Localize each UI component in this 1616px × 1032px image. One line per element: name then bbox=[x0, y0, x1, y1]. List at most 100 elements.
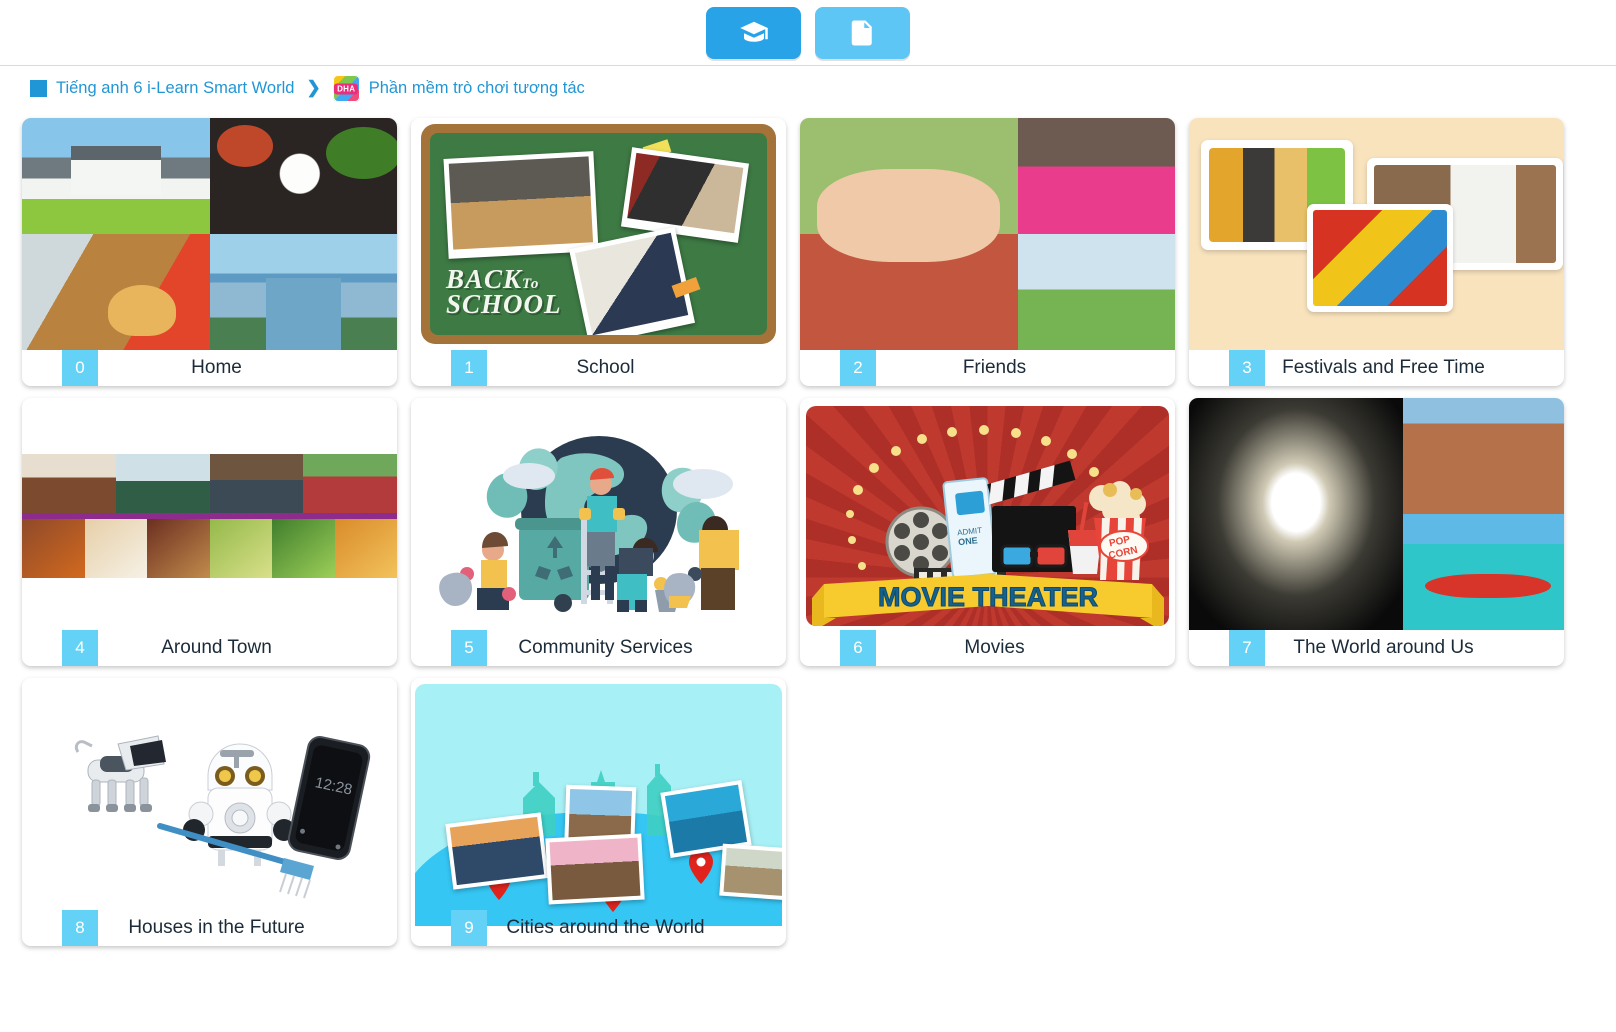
unit-title: The World around Us bbox=[1293, 637, 1474, 658]
photo-waitress bbox=[115, 454, 210, 513]
future-devices-illustration: 12:28 bbox=[22, 678, 397, 910]
unit-card-school[interactable]: BACKTo SCHOOL 1 School bbox=[411, 118, 786, 386]
photo-bakery-cakes bbox=[22, 454, 116, 513]
photo-city-river bbox=[209, 234, 397, 350]
photo-broccoli bbox=[272, 519, 335, 578]
unit-thumbnail-world-around-us bbox=[1189, 398, 1564, 630]
unit-footer: 0 Home bbox=[22, 350, 397, 386]
unit-number-badge: 6 bbox=[840, 630, 876, 666]
town-collage-row-top bbox=[22, 454, 397, 513]
smartphone: 12:28 bbox=[287, 736, 371, 860]
unit-thumbnail-cities-world bbox=[411, 678, 786, 926]
dha-app-icon: DHA bbox=[332, 74, 360, 102]
photo-grand-canyon bbox=[1402, 398, 1564, 514]
photo-kids-diner bbox=[303, 454, 397, 513]
postcard-village bbox=[719, 843, 782, 901]
photo-house bbox=[22, 118, 210, 234]
unit-number-badge: 9 bbox=[451, 910, 487, 946]
svg-text:ONE: ONE bbox=[958, 535, 978, 547]
dha-app-icon-label: DHA bbox=[334, 83, 359, 95]
unit-title: Home bbox=[191, 357, 242, 378]
unit-title: Festivals and Free Time bbox=[1282, 357, 1485, 378]
back-to-school-text: BACKTo SCHOOL bbox=[446, 266, 562, 318]
breadcrumb-marker-icon bbox=[30, 79, 47, 97]
movie-theater-banner: MOVIE THEATER bbox=[812, 574, 1164, 626]
breadcrumb-item-current[interactable]: Phần mềm trò chơi tương tác bbox=[369, 79, 585, 98]
unit-footer: 1 School bbox=[411, 350, 786, 386]
breadcrumb: Tiếng anh 6 i-Learn Smart World ❯ DHA Ph… bbox=[0, 66, 1616, 110]
learning-materials-button[interactable] bbox=[706, 6, 801, 59]
unit-footer: 4 Around Town bbox=[22, 630, 397, 666]
postcard-london bbox=[445, 812, 549, 890]
unit-grid: 0 Home BACKTo SCHOOL 1 School 2 Friends … bbox=[0, 110, 1616, 946]
photo-teacher-globe bbox=[621, 147, 749, 243]
photo-kayaking bbox=[1402, 514, 1564, 630]
svg-text:MOVIE THEATER: MOVIE THEATER bbox=[878, 582, 1098, 612]
unit-card-movies[interactable]: ADMIT ONE POP CORN MOVIE THEATER 6 Movie… bbox=[800, 398, 1175, 666]
unit-card-friends[interactable]: 2 Friends bbox=[800, 118, 1175, 386]
photo-sauces bbox=[84, 519, 147, 578]
unit-number-badge: 7 bbox=[1229, 630, 1265, 666]
unit-footer: 5 Community Services bbox=[411, 630, 786, 666]
photo-salad bbox=[209, 519, 272, 578]
person-crouching-left bbox=[439, 532, 516, 610]
robot-dog bbox=[74, 735, 166, 812]
reports-button[interactable] bbox=[815, 6, 910, 59]
unit-title: Community Services bbox=[518, 637, 693, 658]
town-collage-row-bottom bbox=[22, 519, 397, 578]
unit-footer: 6 Movies bbox=[800, 630, 1175, 666]
graduation-cap-icon bbox=[739, 18, 769, 48]
photo-picnic bbox=[800, 118, 1018, 350]
photo-curry bbox=[22, 519, 85, 578]
unit-number-badge: 3 bbox=[1229, 350, 1265, 386]
photo-burger-prep bbox=[22, 234, 210, 350]
chalkboard: BACKTo SCHOOL bbox=[430, 133, 767, 335]
unit-title: Friends bbox=[962, 357, 1027, 378]
cities-illustration bbox=[415, 684, 782, 926]
unit-card-houses-future[interactable]: 12:28 8 Houses in the Future bbox=[22, 678, 397, 946]
unit-title: Around Town bbox=[161, 637, 272, 658]
unit-thumbnail-movies: ADMIT ONE POP CORN MOVIE THEATER bbox=[800, 398, 1175, 630]
unit-thumbnail-home bbox=[22, 118, 397, 350]
unit-number-badge: 0 bbox=[62, 350, 98, 386]
breadcrumb-item-course[interactable]: Tiếng anh 6 i-Learn Smart World bbox=[56, 79, 294, 98]
unit-title: Cities around the World bbox=[506, 917, 705, 938]
photo-vietnamese-meal bbox=[209, 118, 397, 234]
unit-footer: 7 The World around Us bbox=[1189, 630, 1564, 666]
person-bending-right bbox=[664, 516, 739, 610]
community-illustration bbox=[411, 398, 786, 630]
unit-card-festivals[interactable]: 3 Festivals and Free Time bbox=[1189, 118, 1564, 386]
unit-number-badge: 8 bbox=[62, 910, 98, 946]
unit-thumbnail-festivals bbox=[1189, 118, 1564, 350]
unit-footer: 9 Cities around the World bbox=[411, 910, 786, 946]
report-document-icon bbox=[848, 18, 878, 48]
unit-footer: 8 Houses in the Future bbox=[22, 910, 397, 946]
unit-card-home[interactable]: 0 Home bbox=[22, 118, 397, 386]
photo-gym-class bbox=[443, 151, 599, 259]
photo-shopping bbox=[1017, 118, 1175, 234]
unit-thumbnail-community-services bbox=[411, 398, 786, 630]
unit-number-badge: 2 bbox=[840, 350, 876, 386]
unit-thumbnail-around-town bbox=[22, 398, 397, 630]
unit-title: School bbox=[576, 357, 635, 378]
chalkboard-frame: BACKTo SCHOOL bbox=[421, 124, 776, 344]
unit-title: Movies bbox=[964, 637, 1025, 658]
ticket: ADMIT ONE bbox=[942, 477, 998, 579]
movie-sunburst-background: ADMIT ONE POP CORN MOVIE THEATER bbox=[806, 406, 1169, 626]
photo-noodles bbox=[334, 519, 397, 578]
photo-children-running bbox=[1017, 234, 1175, 350]
unit-thumbnail-school: BACKTo SCHOOL bbox=[411, 118, 786, 350]
unit-card-around-town[interactable]: 4 Around Town bbox=[22, 398, 397, 666]
photo-cafe-counter bbox=[209, 454, 304, 513]
unit-number-badge: 4 bbox=[62, 630, 98, 666]
photo-festival-lanterns bbox=[1307, 204, 1453, 312]
pin-right-mid bbox=[689, 850, 713, 884]
unit-thumbnail-houses-future: 12:28 bbox=[22, 678, 397, 910]
photo-grill bbox=[147, 519, 210, 578]
unit-card-cities-world[interactable]: 9 Cities around the World bbox=[411, 678, 786, 946]
photo-cave bbox=[1189, 398, 1403, 630]
unit-title: Houses in the Future bbox=[128, 917, 305, 938]
chevron-right-icon: ❯ bbox=[306, 78, 321, 97]
unit-card-world-around-us[interactable]: 7 The World around Us bbox=[1189, 398, 1564, 666]
unit-card-community-services[interactable]: 5 Community Services bbox=[411, 398, 786, 666]
